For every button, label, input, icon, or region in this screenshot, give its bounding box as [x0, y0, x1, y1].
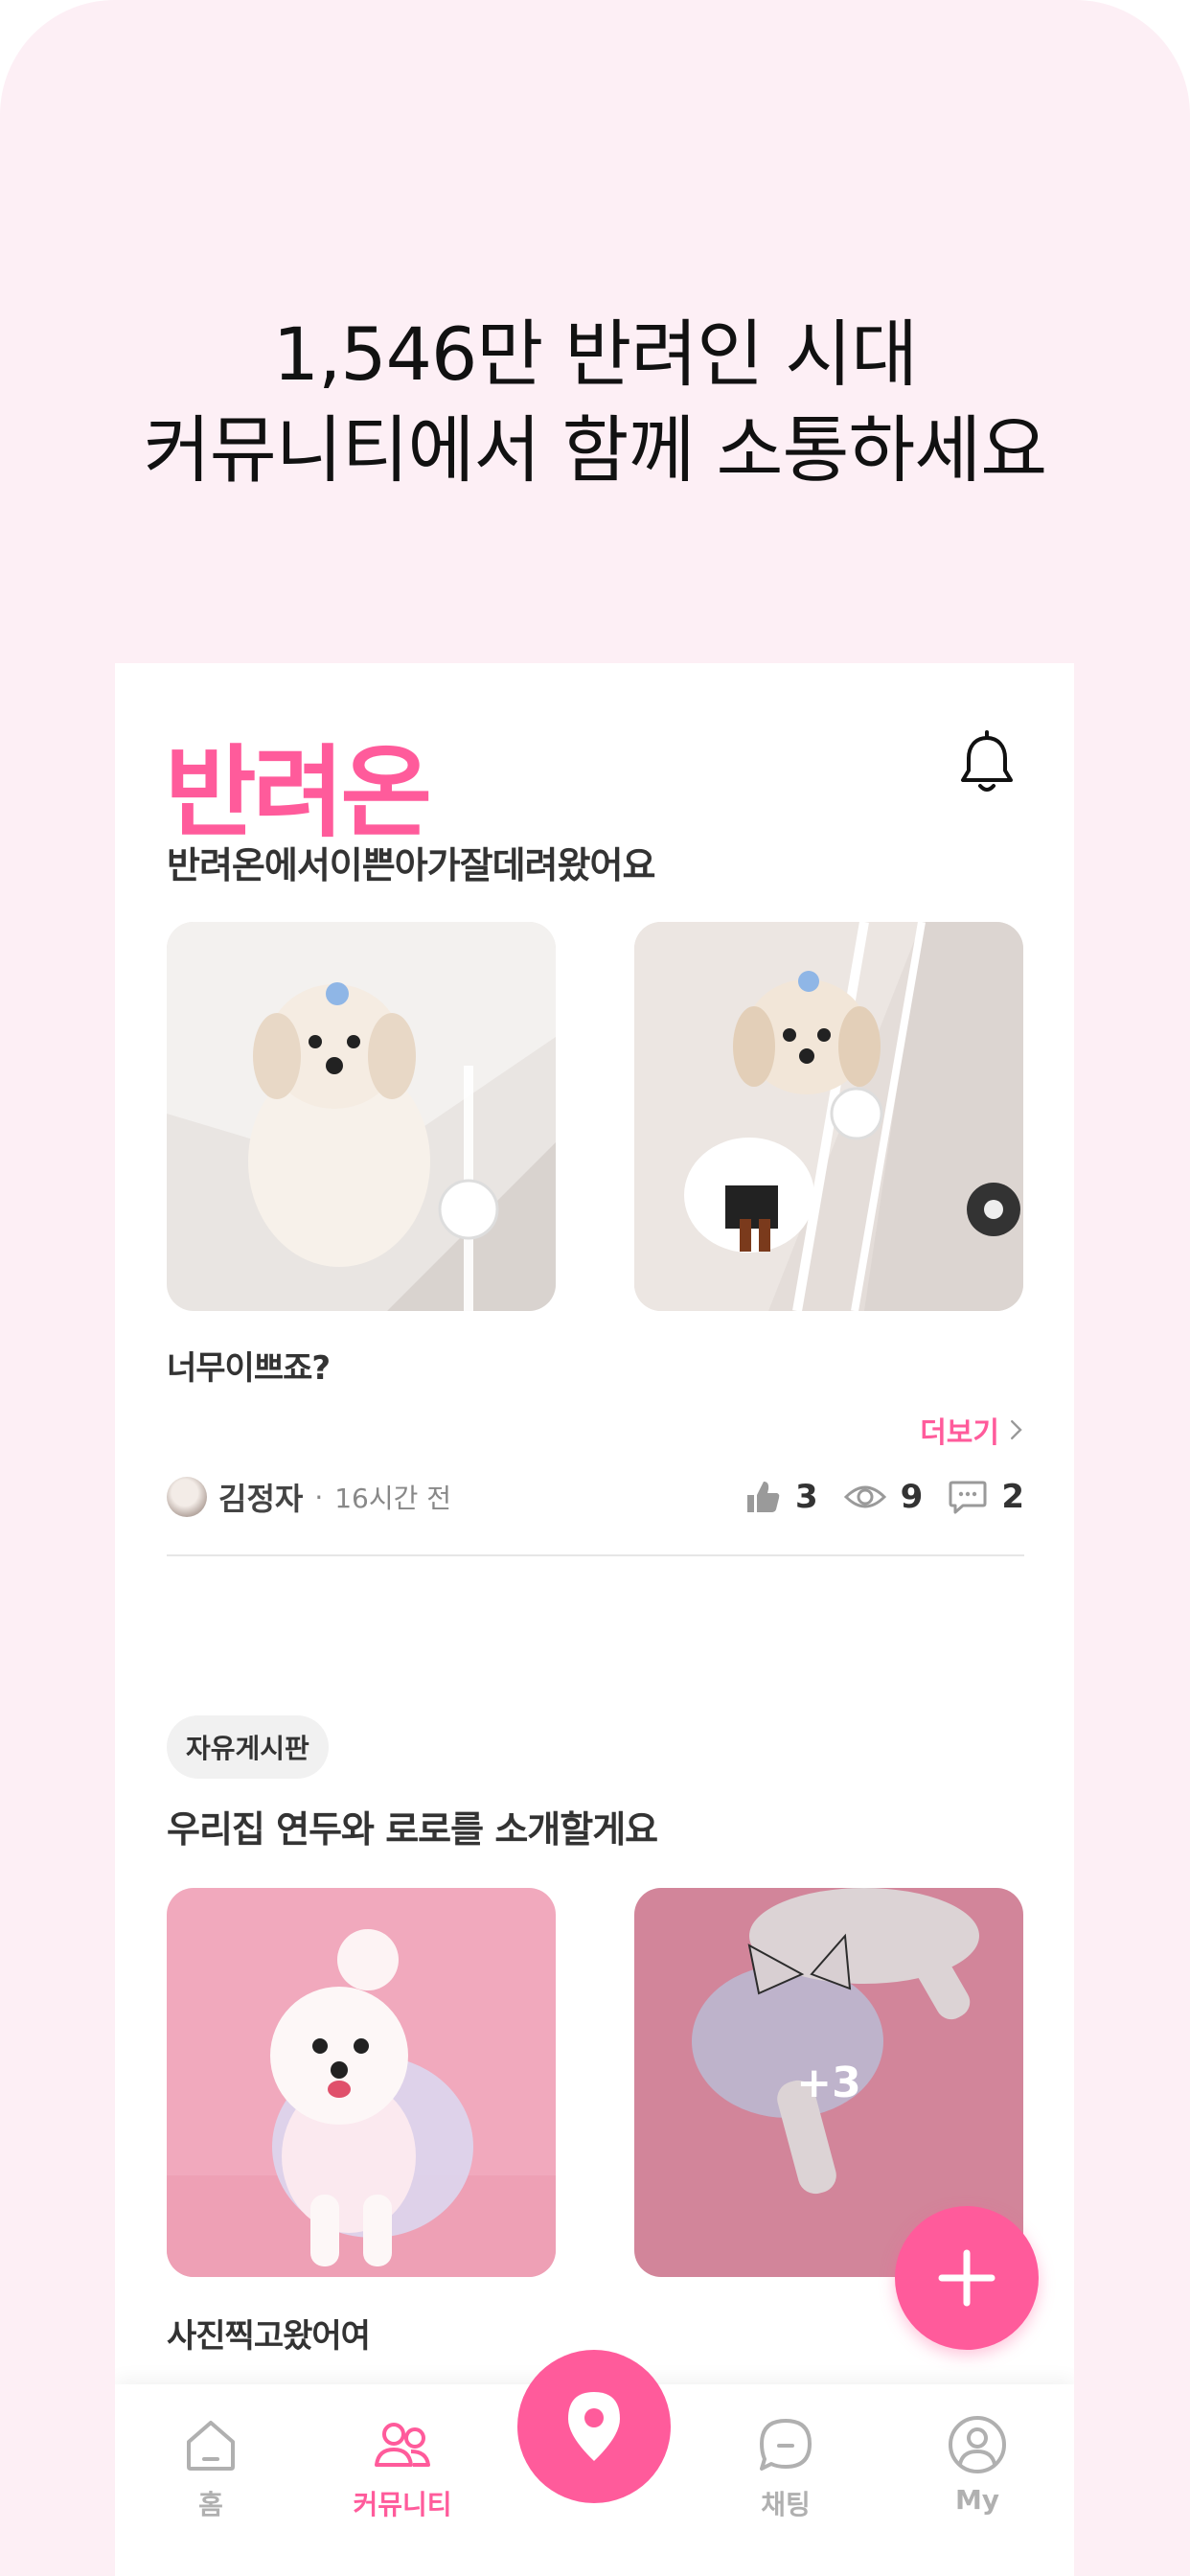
more-label: 더보기 [920, 1416, 999, 1450]
app-screen: 반려온 반려온에서이쁜아가잘데려왔어요 너무이쁘죠? 더보기 김정자 · 16시… [115, 663, 1074, 2576]
tab-label: 홈 [198, 2489, 223, 2520]
more-link[interactable]: 더보기 [920, 1409, 1024, 1451]
tab-my[interactable]: My [901, 2411, 1054, 2516]
divider [167, 1554, 1024, 1556]
tab-label: 채팅 [761, 2489, 811, 2520]
map-button[interactable] [517, 2350, 671, 2503]
comment-count: 2 [1001, 1478, 1024, 1516]
post-title[interactable]: 우리집 연두와 로로를 소개할게요 [167, 1800, 658, 1852]
post-meta: 김정자 · 16시간 전 3 9 2 [167, 1468, 1024, 1526]
post-caption: 너무이쁘죠? [167, 1349, 331, 1388]
plus-icon [938, 2249, 995, 2307]
like-count: 3 [794, 1478, 818, 1516]
comment-icon [949, 1481, 987, 1514]
chevron-right-icon [1011, 1420, 1022, 1439]
post-photo[interactable] [167, 1888, 556, 2277]
community-icon [375, 2423, 430, 2467]
tab-label: My [954, 2484, 1000, 2516]
headline-line-1: 1,546만 반려인 시대 [272, 311, 918, 397]
home-icon [187, 2421, 235, 2471]
map-pin-icon [568, 2392, 620, 2461]
author-info[interactable]: 김정자 · 16시간 전 [167, 1475, 451, 1519]
post-caption: 사진찍고왔어여 [167, 2317, 371, 2356]
thumbs-up-icon [746, 1482, 780, 1512]
like-stat[interactable]: 3 [744, 1478, 818, 1516]
view-count: 9 [900, 1478, 924, 1516]
promo-frame: 1,546만 반려인 시대 커뮤니티에서 함께 소통하세요 반려온 반려온에서이… [0, 0, 1190, 2576]
profile-icon [949, 2416, 1006, 2473]
bottom-tab-bar: 홈 커뮤니티 채팅 My [115, 2350, 1074, 2576]
post-stats: 3 9 2 [744, 1478, 1024, 1516]
author-name: 김정자 [218, 1481, 304, 1517]
post-photo[interactable] [167, 922, 556, 1311]
promo-headline: 1,546만 반려인 시대 커뮤니티에서 함께 소통하세요 [0, 307, 1190, 498]
meta-separator: · [314, 1481, 324, 1513]
comment-stat[interactable]: 2 [948, 1478, 1024, 1516]
post-time: 16시간 전 [334, 1483, 452, 1514]
add-post-button[interactable] [895, 2206, 1039, 2350]
post-title[interactable]: 반려온에서이쁜아가잘데려왔어요 [167, 836, 655, 888]
app-logo: 반려온 [165, 734, 432, 851]
chat-icon [760, 2419, 812, 2471]
eye-icon [843, 1485, 886, 1508]
bell-icon[interactable] [956, 730, 1018, 797]
avatar [167, 1477, 207, 1517]
tab-community[interactable]: 커뮤니티 [326, 2411, 479, 2522]
tab-home[interactable]: 홈 [134, 2411, 287, 2522]
tab-chat[interactable]: 채팅 [709, 2411, 862, 2522]
board-tag[interactable]: 자유게시판 [167, 1715, 329, 1779]
headline-line-2: 커뮤니티에서 함께 소통하세요 [143, 407, 1047, 493]
view-stat: 9 [843, 1478, 924, 1516]
tab-label: 커뮤니티 [353, 2489, 452, 2520]
post-photo[interactable] [634, 922, 1023, 1311]
